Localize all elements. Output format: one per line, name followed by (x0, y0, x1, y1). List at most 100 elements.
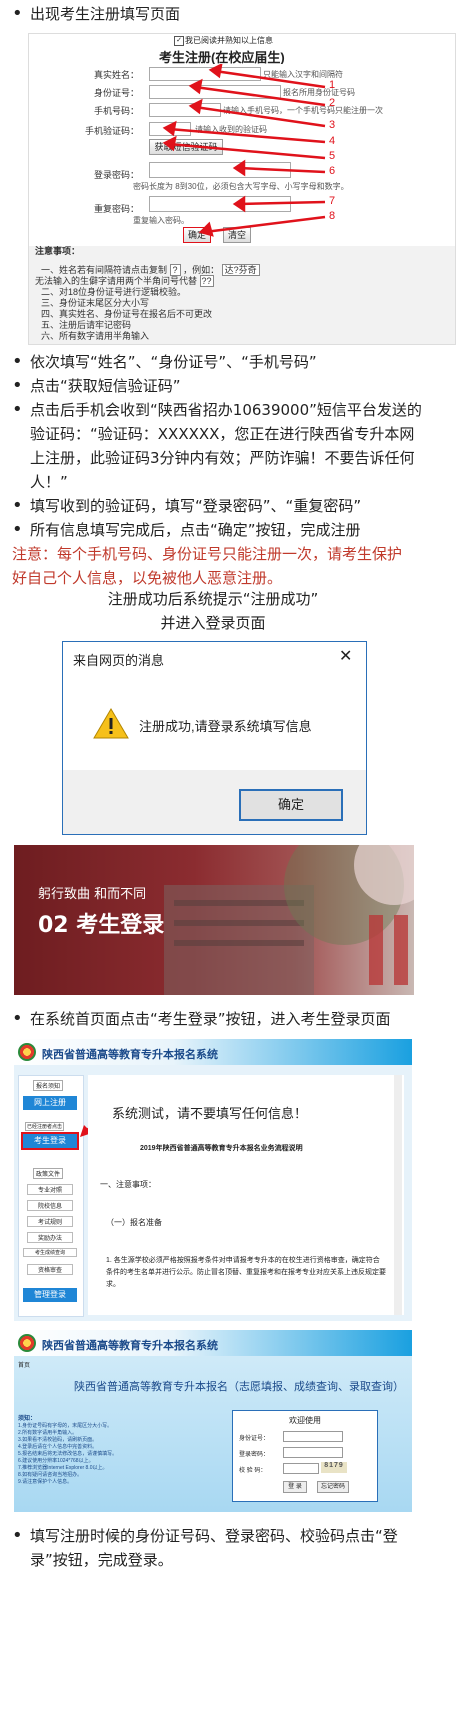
login-note: 4.登录后请在个人信息中完善资料。 (18, 1444, 98, 1450)
login-notes: 须知： 1.身份证号码有字母的，末尾区分大小写。 2.所有数字请用半角输入。 3… (18, 1416, 228, 1486)
marker-1: 1 (329, 79, 336, 91)
student-login-nav-button[interactable]: 考生登录 (21, 1132, 79, 1150)
portal-site-title: 陕西省普通高等教育专升本报名系统 (42, 1049, 218, 1061)
note-item: 三、身份证末尾区分大小写 (41, 298, 150, 308)
marker-2: 2 (329, 97, 336, 109)
login-pwd-label: 登录密码： (239, 1452, 270, 1458)
instruction-fill-password: 填写收到的验证码，填写“登录密码”、“重复密码” (12, 494, 361, 518)
note-item: 五、注册后请牢记密码 (41, 320, 132, 330)
dialog-ok-button[interactable]: 确定 (239, 789, 343, 821)
instruction-show-form: 出现考生注册填写页面 (12, 2, 180, 26)
success-caption-1: 注册成功后系统提示“注册成功” (107, 590, 319, 608)
marker-8: 8 (329, 210, 336, 222)
success-caption-2: 并进入登录页面 (160, 614, 266, 632)
portal-screenshot: 陕西省普通高等教育专升本报名系统 报名须知 网上注册 已经注册者点击 考生登录 … (14, 1039, 412, 1321)
callout-arrows (162, 64, 326, 237)
instruction-sms-received: 点击后手机会收到“陕西省招办10639000”短信平台发送的验证码：“验证码：X… (12, 398, 428, 494)
form-header: ✓ 我已阅读并熟知以上信息 考生注册(在校应届生) (29, 34, 455, 65)
captcha-image[interactable]: 8179 (321, 1462, 347, 1473)
portal-notice-heading: 系统测试，请不要填写任何信息！ (112, 1106, 308, 1121)
login-top-tag: 首页 (18, 1363, 31, 1369)
portal-scrollbar[interactable] (394, 1075, 402, 1315)
login-note: 5.报名结束后将无法修改信息，请谨慎填写。 (18, 1451, 118, 1457)
login-note: 1.身份证号码有字母的，末尾区分大小写。 (18, 1423, 113, 1429)
side-link-majors[interactable]: 专业对照 (27, 1184, 73, 1195)
logo-icon (18, 1334, 36, 1352)
form-fields: 真实姓名： 只能输入汉字和间隔符 身份证号： 报名所用身份证号码 手机号码： 请… (29, 64, 455, 246)
registration-form-screenshot: ✓ 我已阅读并熟知以上信息 考生注册(在校应届生) 真实姓名： 只能输入汉字和间… (28, 33, 456, 345)
login-page-screenshot: 陕西省普通高等教育专升本报名系统 首页 陕西省普通高等教育专升本报名（志愿填报、… (14, 1330, 412, 1512)
side-link-review[interactable]: 资格审查 (27, 1264, 73, 1275)
admin-login-button[interactable]: 管理登录 (23, 1288, 77, 1302)
instruction-confirm: 所有信息填写完成后，点击“确定”按钮，完成注册 (12, 518, 361, 542)
login-note: 9.请注意保护个人信息。 (18, 1479, 73, 1485)
agree-checkbox[interactable]: ✓ (174, 36, 184, 46)
side-tag-notice: 报名须知 (33, 1080, 64, 1091)
portal-section-1-1: （一）报名准备 (106, 1218, 162, 1227)
portal-content: 系统测试，请不要填写任何信息！ 2019年陕西省普通高等教育专升本报名业务流程说… (88, 1075, 404, 1315)
notes-title: 注意事项： (35, 246, 81, 256)
side-link-scores[interactable]: 考生成绩查询 (23, 1248, 77, 1257)
banner-heading: 02 考生登录 (38, 913, 165, 938)
login-note: 3.如果看不清校验码，请刷新页面。 (18, 1437, 98, 1443)
marker-7: 7 (329, 195, 336, 207)
instruction-fill-basic: 依次填写“姓名”、“身份证号”、“手机号码” (12, 350, 317, 374)
note-item: 四、真实姓名、身份证号在报名后不可更改 (41, 309, 213, 319)
welcome-text: 欢迎使用 (289, 1416, 321, 1425)
login-button[interactable]: 登 录 (283, 1481, 307, 1493)
side-link-rules[interactable]: 考试规则 (27, 1216, 73, 1227)
marker-3: 3 (329, 119, 336, 131)
close-icon[interactable]: ✕ (339, 646, 352, 666)
instruction-click-login: 在系统首页面点击“考生登录”按钮，进入考生登录页面 (12, 1007, 391, 1031)
note-item: 无法输入的生僻字请用两个半角问号代替 ?? (35, 275, 260, 287)
login-id-input[interactable] (283, 1431, 343, 1442)
login-note: 6.建议使用分辨率1024*768以上。 (18, 1458, 94, 1464)
note-item: 六、所有数字请用半角输入 (41, 331, 150, 341)
portal-section-1: 一、注意事项： (100, 1180, 156, 1189)
banner-slogan: 躬行致曲 和而不同 (38, 887, 147, 902)
register-nav-button[interactable]: 网上注册 (23, 1096, 77, 1110)
marker-5: 5 (329, 150, 336, 162)
login-header: 陕西省普通高等教育专升本报名系统 (14, 1330, 412, 1356)
forgot-password-button[interactable]: 忘记密码 (317, 1481, 349, 1493)
login-code-label: 校 验 码： (239, 1468, 267, 1474)
double-question-box[interactable]: ?? (199, 275, 214, 287)
dialog-message: 注册成功,请登录系统填写信息 (139, 719, 312, 734)
login-password-input[interactable] (283, 1447, 343, 1458)
copy-separator-box[interactable]: ? (169, 264, 181, 276)
side-link-awards[interactable]: 奖励办法 (27, 1232, 73, 1243)
side-tag-registered: 已经注册者点击 (25, 1122, 65, 1131)
logo-icon (18, 1043, 36, 1061)
portal-doc-title: 2019年陕西省普通高等教育专升本报名业务流程说明 (140, 1145, 303, 1152)
warning-icon (93, 708, 129, 739)
example-name-box: 达?芬奇 (221, 264, 260, 276)
login-notes-title: 须知： (18, 1416, 37, 1422)
login-captcha-input[interactable] (283, 1463, 319, 1474)
instruction-final-login: 填写注册时候的身份证号码、登录密码、校验码点击“登录”按钮，完成登录。 (12, 1524, 428, 1572)
registration-notes: 注意事项： 一、姓名若有间隔符请点击复制 ? ，例如： 达?芬奇 无法输入的生僻… (35, 246, 260, 342)
marker-6: 6 (329, 165, 336, 177)
login-page-heading: 陕西省普通高等教育专升本报名（志愿填报、成绩查询、录取查询） (74, 1381, 404, 1393)
marker-4: 4 (329, 135, 336, 147)
login-box: 欢迎使用 身份证号： 登录密码： 校 验 码： 8179 登 录 忘记密码 (232, 1410, 378, 1502)
note-example-label: ，例如： (183, 265, 220, 275)
login-id-label: 身份证号： (239, 1436, 270, 1442)
login-note: 2.所有数字请用半角输入。 (18, 1430, 78, 1436)
login-note: 7.推荐浏览器Internet Explorer 8.0以上。 (18, 1465, 108, 1471)
side-link-colleges[interactable]: 院校信息 (27, 1200, 73, 1211)
portal-header: 陕西省普通高等教育专升本报名系统 (14, 1039, 412, 1065)
section-banner: 躬行致曲 和而不同 02 考生登录 (14, 845, 414, 995)
note-item: 一、姓名若有间隔符请点击复制 ? ，例如： 达?芬奇 (41, 264, 260, 276)
login-site-title: 陕西省普通高等教育专升本报名系统 (42, 1340, 218, 1352)
note-text: 一、姓名若有间隔符请点击复制 (41, 265, 168, 275)
side-tag-policy: 政策文件 (33, 1168, 64, 1179)
instruction-get-code: 点击“获取短信验证码” (12, 374, 180, 398)
success-dialog: 来自网页的消息 ✕ 注册成功,请登录系统填写信息 确定 (62, 641, 367, 835)
dialog-title: 来自网页的消息 (73, 653, 165, 668)
agree-label: 我已阅读并熟知以上信息 (185, 36, 273, 45)
note-item: 二、对18位身份证号进行逻辑校验。 (41, 287, 187, 297)
login-note: 8.如有疑问请咨询当地招办。 (18, 1472, 83, 1478)
note-text: 无法输入的生僻字请用两个半角问号代替 (35, 276, 198, 286)
portal-paragraph: 1. 各生源学校必须严格按照报考条件对申请报考专升本的在校生进行资格审查，确定符… (106, 1257, 386, 1288)
warning-note: 注意：每个手机号码、身份证号只能注册一次，请考生保护好自己个人信息，以免被他人恶… (12, 545, 403, 587)
